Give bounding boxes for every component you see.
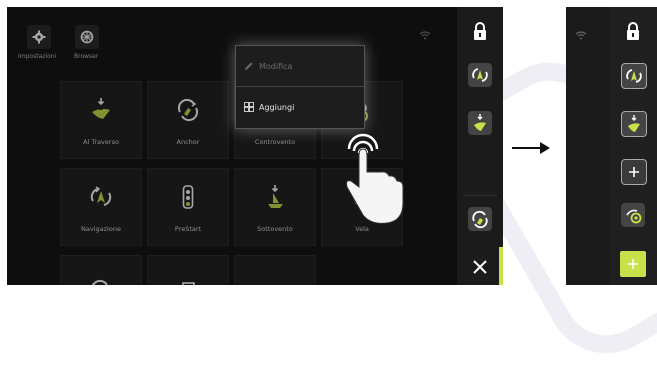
- lock-button[interactable]: [468, 19, 492, 43]
- sidebar-navigation-button[interactable]: [621, 63, 647, 89]
- plus-icon: [629, 167, 639, 177]
- sail-lock-icon: [626, 209, 642, 224]
- main-screen: Impostazioni Browser Al Traverso Anchor …: [7, 7, 457, 285]
- add-button[interactable]: [621, 159, 647, 185]
- boat-down-icon: [474, 114, 486, 131]
- navigation-rotate-icon: [472, 68, 488, 82]
- menu-item-label: Aggiungi: [259, 102, 295, 112]
- navigation-rotate-icon: [626, 69, 642, 83]
- boat-down-icon: [628, 115, 640, 132]
- sidebar-sail-lock-button[interactable]: [621, 203, 645, 227]
- sidebar-anchor-button[interactable]: [468, 207, 492, 231]
- lock-icon: [474, 22, 486, 40]
- menu-item-modifica[interactable]: Modifica: [236, 46, 364, 86]
- sidebar-divider: [463, 195, 497, 196]
- context-menu: Modifica Aggiungi: [235, 45, 365, 129]
- sidebar-traverso-button[interactable]: [621, 111, 647, 137]
- plus-icon: [628, 259, 638, 269]
- anchor-swirl-icon: [472, 210, 488, 229]
- close-icon: [473, 260, 487, 274]
- side-toolbar: [457, 7, 503, 285]
- confirm-add-button[interactable]: [620, 251, 646, 277]
- pencil-icon: [245, 62, 253, 70]
- result-screen: [566, 7, 657, 285]
- active-indicator: [499, 247, 503, 285]
- side-toolbar-result: [610, 7, 657, 285]
- grid-add-icon: [244, 102, 254, 112]
- close-button[interactable]: [468, 255, 492, 279]
- touch-hand-icon: [346, 133, 404, 224]
- menu-item-label: Modifica: [259, 61, 293, 71]
- wifi-icon: [575, 31, 587, 40]
- sidebar-traverso-button[interactable]: [468, 111, 492, 135]
- sidebar-navigation-button[interactable]: [468, 63, 492, 87]
- lock-icon: [627, 22, 639, 40]
- lock-button[interactable]: [621, 19, 645, 43]
- menu-item-aggiungi[interactable]: Aggiungi: [236, 87, 364, 127]
- arrow-right-icon: [512, 142, 550, 154]
